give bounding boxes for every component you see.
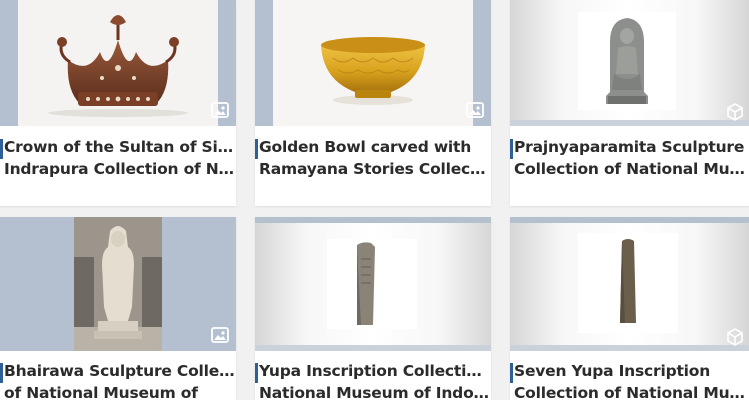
card-thumbnail[interactable] bbox=[510, 0, 749, 126]
thumb-bottom-border bbox=[510, 345, 749, 351]
image-icon bbox=[210, 325, 230, 345]
card-title-line1: Yupa Inscription Collection of bbox=[259, 362, 491, 380]
thumbnail-image bbox=[578, 12, 676, 110]
card-title[interactable]: Crown of the Sultan of Siak Sri Indrapur… bbox=[4, 136, 236, 180]
thumbnail-image bbox=[273, 0, 473, 126]
card-title-line2: of National Museum of bbox=[4, 384, 198, 400]
thumbnail-image bbox=[578, 233, 678, 333]
card-title[interactable]: Prajnyaparamita Sculpture Collection of … bbox=[514, 136, 749, 180]
card-title-line2: Indrapura Collection of Natio… bbox=[4, 160, 236, 178]
thumbnail-image bbox=[18, 0, 218, 126]
3d-object-icon bbox=[725, 327, 745, 347]
thumb-bottom-border bbox=[255, 345, 491, 351]
collection-card[interactable]: Prajnyaparamita Sculpture Collection of … bbox=[510, 0, 749, 206]
card-thumbnail[interactable] bbox=[510, 217, 749, 351]
card-title[interactable]: Seven Yupa Inscription Collection of Nat… bbox=[514, 360, 749, 400]
accent-bar bbox=[510, 363, 513, 383]
accent-bar bbox=[255, 363, 258, 383]
card-title-line2: Collection of National Museu… bbox=[514, 384, 749, 400]
crown-image bbox=[48, 15, 188, 117]
accent-bar bbox=[255, 139, 258, 159]
accent-bar bbox=[510, 139, 513, 159]
card-title-line1: Prajnyaparamita Sculpture bbox=[514, 138, 745, 156]
card-thumbnail[interactable] bbox=[255, 0, 491, 126]
card-thumbnail[interactable] bbox=[0, 217, 236, 351]
accent-bar bbox=[0, 363, 3, 383]
collection-card[interactable]: Seven Yupa Inscription Collection of Nat… bbox=[510, 217, 749, 400]
thumb-top-border bbox=[255, 217, 491, 223]
accent-bar bbox=[0, 139, 3, 159]
thumb-bottom-border bbox=[510, 120, 749, 126]
card-title[interactable]: Yupa Inscription Collection of National … bbox=[259, 360, 491, 400]
image-icon bbox=[465, 100, 485, 120]
thumb-top-border bbox=[510, 217, 749, 223]
card-title-line1: Golden Bowl carved with bbox=[259, 138, 472, 156]
thumbnail-image bbox=[74, 217, 162, 351]
thumbnail-image bbox=[327, 239, 417, 329]
collection-card[interactable]: Crown of the Sultan of Siak Sri Indrapur… bbox=[0, 0, 236, 206]
collection-card[interactable]: Yupa Inscription Collection of National … bbox=[255, 217, 491, 400]
card-thumbnail[interactable] bbox=[255, 217, 491, 351]
yupa-inscription-image bbox=[357, 242, 375, 325]
seven-yupa-inscription-image bbox=[620, 239, 636, 323]
collection-card[interactable]: Bhairawa Sculpture Collection of Nationa… bbox=[0, 217, 236, 400]
bhairawa-sculpture-image bbox=[74, 217, 162, 351]
prajnyaparamita-sculpture-image bbox=[606, 18, 648, 104]
card-thumbnail[interactable] bbox=[0, 0, 236, 126]
card-title-line2: Collection of National Museu… bbox=[514, 160, 749, 178]
card-title-line2: National Museum of Indones… bbox=[259, 384, 491, 400]
collection-card[interactable]: Golden Bowl carved with Ramayana Stories… bbox=[255, 0, 491, 206]
card-title-line1: Crown of the Sultan of Siak Sri bbox=[4, 138, 236, 156]
golden-bowl-image bbox=[321, 37, 425, 105]
card-title-line1: Bhairawa Sculpture Collection bbox=[4, 362, 236, 380]
card-title[interactable]: Bhairawa Sculpture Collection of Nationa… bbox=[4, 360, 236, 400]
3d-object-icon bbox=[725, 102, 745, 122]
card-title-line2: Ramayana Stories Collection… bbox=[259, 160, 491, 178]
card-title[interactable]: Golden Bowl carved with Ramayana Stories… bbox=[259, 136, 491, 180]
image-icon bbox=[210, 100, 230, 120]
card-title-line1: Seven Yupa Inscription bbox=[514, 362, 711, 380]
